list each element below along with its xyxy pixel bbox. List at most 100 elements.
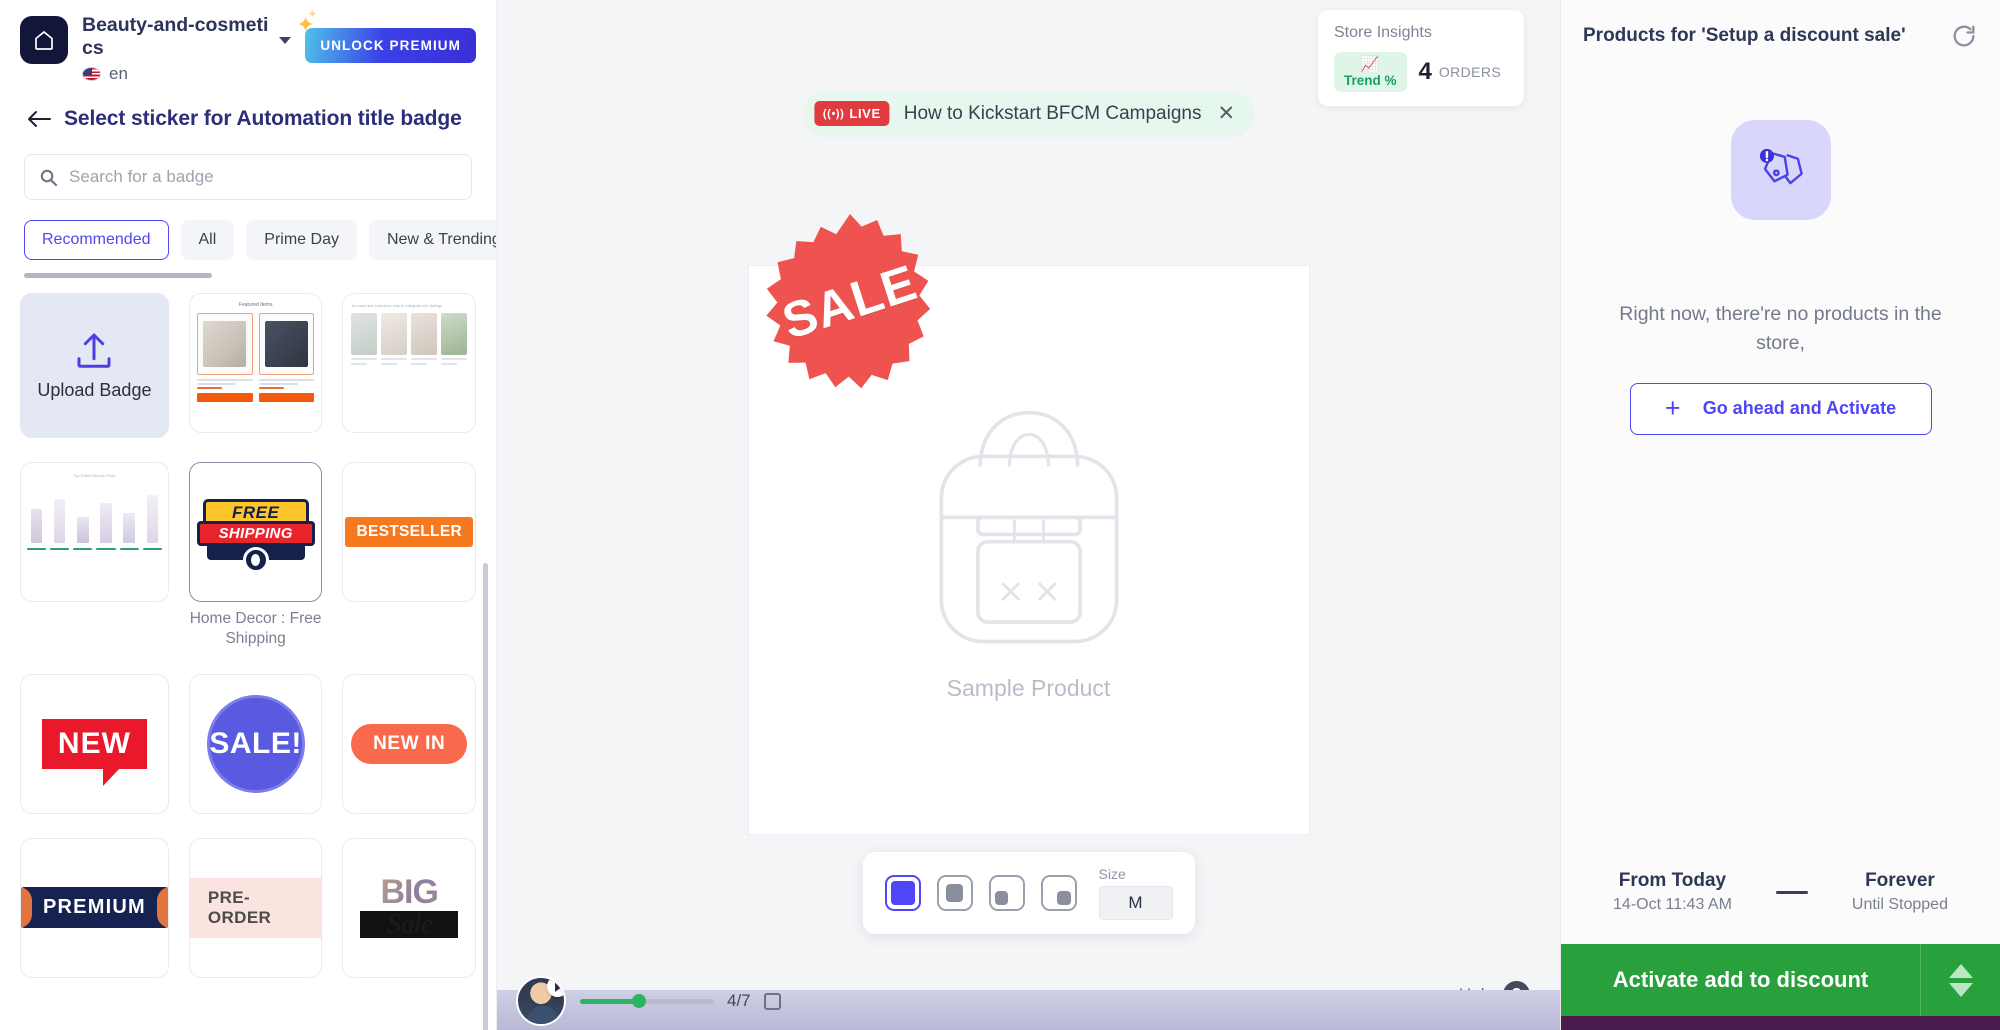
badge-caption: Home Decor : Free Shipping [189,610,322,648]
badge-pre-order[interactable]: PRE-ORDER [188,837,323,978]
position-bottom-left-button[interactable] [988,875,1025,911]
home-button[interactable] [20,16,68,64]
live-badge: ((•)) LIVE [813,101,890,126]
live-label: LIVE [849,106,881,121]
badge-item: PREMIUM [20,837,169,978]
badge-sale-circle[interactable]: SALE! [188,673,323,814]
right-panel-header: Products for 'Setup a discount sale' [1561,0,2000,50]
badge-product-collage-listing[interactable]: An easy and seamless way to integrate in… [342,293,476,434]
tour-progress: 4/7 [580,991,781,1011]
schedule-start-sub: 14-Oct 11:43 AM [1613,896,1732,913]
schedule-divider [1775,890,1808,894]
activate-steppers [1920,944,2000,1016]
canvas-area: ((•)) LIVE How to Kickstart BFCM Campaig… [497,0,1560,1030]
expand-icon[interactable] [763,992,781,1010]
orders-label: ORDERS [1438,64,1502,80]
back-button[interactable] [24,104,54,134]
sale-sticker[interactable]: SALE [763,214,938,389]
badge-artwork: NEW IN [351,723,468,764]
size-label: Size [1098,866,1126,882]
badge-item: SALE! [188,673,323,814]
position-top-left-button[interactable] [884,875,921,911]
badge-list: Upload Badge Featured Items An easy and … [0,293,496,1030]
search-input[interactable] [69,167,457,188]
badge-artwork: BIG Sale [343,877,475,939]
badge-featured-items-listing[interactable]: Featured Items [188,293,323,434]
upload-icon [77,333,111,368]
live-banner-text: How to Kickstart BFCM Campaigns [903,102,1202,124]
sample-product-label: Sample Product [946,675,1111,701]
badge-free-shipping[interactable]: FREE SHIPPING [188,462,323,603]
unlock-premium-button[interactable]: UNLOCK PREMIUM [305,28,476,63]
position-bottom-right-button[interactable] [1040,875,1077,911]
store-selector[interactable]: Beauty-and-cosmetics [82,14,292,59]
tab-all[interactable]: All [180,220,235,261]
store-insights-title: Store Insights [1334,24,1432,41]
tab-recommended[interactable]: Recommended [24,220,169,261]
live-banner[interactable]: ((•)) LIVE How to Kickstart BFCM Campaig… [803,92,1254,135]
tour-player: 4/7 [516,976,781,1026]
stepper-down-icon[interactable] [1948,982,1973,997]
upload-badge-label: Upload Badge [37,380,152,401]
badge-item: Featured Items [188,293,323,438]
broadcast-icon: ((•)) [822,107,845,120]
badge-new-in[interactable]: NEW IN [342,673,476,814]
badge-bestseller[interactable]: BESTSELLER [342,462,476,603]
progress-knob[interactable] [631,994,646,1008]
badge-new[interactable]: NEW [20,673,169,814]
tags-alert-icon [1730,120,1831,220]
bottom-accent-strip [1561,1016,2000,1030]
progress-label: 4/7 [727,991,751,1010]
schedule-end-title: Forever [1865,870,1935,891]
upload-badge-button[interactable]: Upload Badge [20,293,169,439]
product-preview-canvas[interactable]: SALE Sample Product [747,214,1310,835]
badge-list-scrollbar[interactable] [483,563,488,1030]
sticker-position-toolbar: Size M [862,852,1195,934]
right-panel: Products for 'Setup a discount sale' Rig… [1560,0,2000,1030]
refresh-button[interactable] [1950,22,1978,50]
left-sidebar: Beauty-and-cosmetics en ✦ ✦ UNLOCK PREMI… [0,0,497,1030]
tabs-scrollbar-thumb[interactable] [24,273,212,279]
home-icon [35,30,53,50]
play-icon[interactable] [547,978,564,997]
badge-artwork: Featured Items [190,294,322,432]
trend-chip: 📈 Trend % [1334,52,1407,92]
us-flag-icon [82,67,101,82]
sidebar-header: Beauty-and-cosmetics en ✦ ✦ UNLOCK PREMI… [0,0,496,84]
badge-cosmetics-lineup-listing[interactable]: Top Rated Beauty Picks [20,462,169,603]
schedule-end-sub: Until Stopped [1851,896,1948,913]
badge-item: NEW [20,673,169,814]
search-icon [40,169,58,186]
tabs-scrollbar[interactable] [24,273,472,279]
schedule-start[interactable]: From Today 14-Oct 11:43 AM [1613,870,1732,914]
close-icon[interactable]: ✕ [1217,103,1235,124]
activate-discount-button[interactable]: Activate add to discount [1561,944,2000,1016]
chevron-down-icon[interactable] [279,37,292,44]
schedule-end[interactable]: Forever Until Stopped [1852,870,1948,914]
badge-big-sale[interactable]: BIG Sale [342,837,476,978]
badge-artwork: NEW [41,718,147,786]
sidebar-title-row: Select sticker for Automation title badg… [0,84,496,134]
progress-slider[interactable] [580,994,714,1008]
position-center-button[interactable] [936,875,973,911]
tab-new-and-trending[interactable]: New & Trending [368,220,496,261]
progress-fill [580,998,639,1004]
schedule-start-title: From Today [1618,870,1727,891]
badge-premium[interactable]: PREMIUM [20,837,169,978]
stepper-up-icon[interactable] [1948,963,1973,978]
activate-discount-label: Activate add to discount [1612,967,1869,992]
badge-item: BESTSELLER [342,462,476,649]
badge-artwork: BESTSELLER [345,517,473,548]
tab-prime-day[interactable]: Prime Day [246,220,357,261]
badge-item: Upload Badge [20,293,169,439]
language-selector[interactable]: en [82,64,291,84]
badge-big-text: BIG [380,872,438,911]
premium-wrap: ✦ ✦ UNLOCK PREMIUM [296,8,476,63]
badge-artwork: SALE! [206,694,305,793]
orders-value: 4 [1418,58,1432,85]
search-box[interactable] [24,154,472,201]
go-ahead-activate-button[interactable]: + Go ahead and Activate [1629,382,1932,435]
size-select[interactable]: M [1098,886,1173,920]
badge-item: FREE SHIPPING Home Decor : Free Shipping [188,462,323,649]
sparkle-small-icon: ✦ [307,7,318,21]
